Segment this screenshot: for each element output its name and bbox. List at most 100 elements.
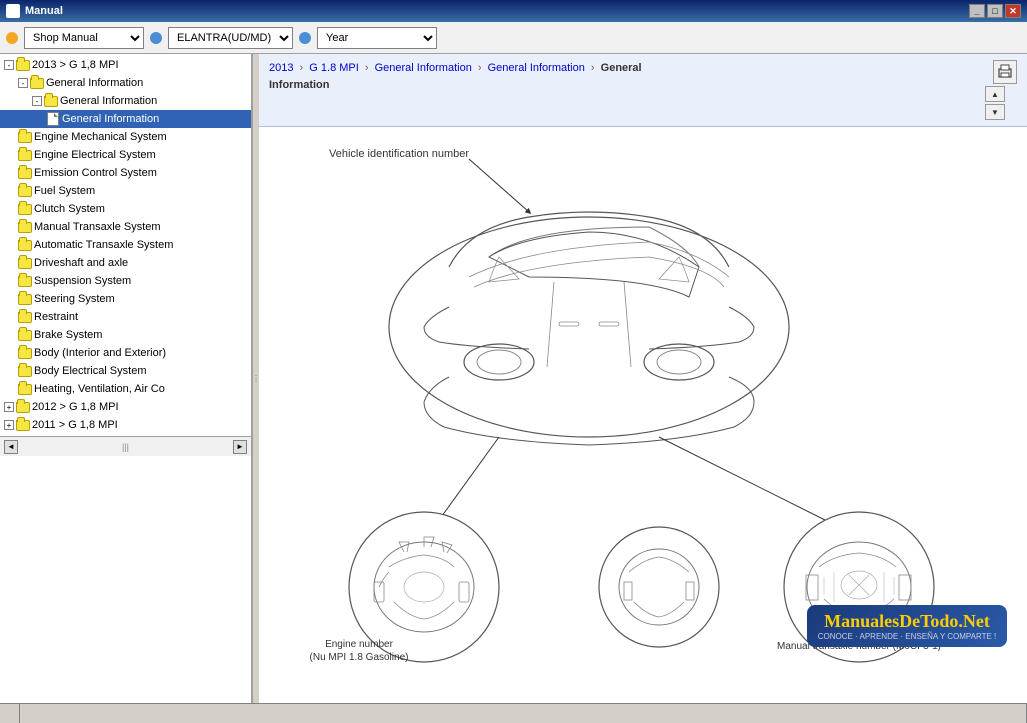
tree-item-2013[interactable]: - 2013 > G 1,8 MPI	[0, 56, 251, 74]
tree-item-gen-info-3[interactable]: General Information	[0, 110, 251, 128]
tree-item-2011[interactable]: + 2011 > G 1,8 MPI	[0, 416, 251, 434]
expand-icon-gen1[interactable]: -	[18, 78, 28, 88]
minimize-button[interactable]: _	[969, 4, 985, 18]
year-dropdown[interactable]: Year 2013 2012 2011	[317, 27, 437, 49]
sidebar-forward-button[interactable]: ►	[233, 440, 247, 454]
tree-item-restraint[interactable]: Restraint	[0, 308, 251, 326]
folder-icon-eng-mech	[18, 130, 32, 144]
watermark-brand: ManualesDeTodo.Net	[817, 611, 997, 632]
content-scroll-up[interactable]: ▲	[985, 86, 1005, 102]
maximize-button[interactable]: □	[987, 4, 1003, 18]
content-controls: ▲ ▼	[985, 60, 1017, 120]
tree-item-2012[interactable]: + 2012 > G 1,8 MPI	[0, 398, 251, 416]
title-bar: Manual _ □ ✕	[0, 0, 1027, 22]
tree-label-brake: Brake System	[34, 329, 102, 341]
sidebar-nav: ◄ ||| ►	[0, 436, 251, 456]
status-left	[0, 704, 20, 723]
breadcrumb: 2013 › G 1.8 MPI › General Information ›…	[269, 60, 985, 93]
tree-label-body: Body (Interior and Exterior)	[34, 347, 166, 359]
folder-icon-steer	[18, 292, 32, 306]
tree-item-auto-trans[interactable]: Automatic Transaxle System	[0, 236, 251, 254]
content-scroll-down[interactable]: ▼	[985, 104, 1005, 120]
toolbar: Shop Manual ELANTRA(UD/MD) Year 2013 201…	[0, 22, 1027, 54]
tree-item-emission[interactable]: Emission Control System	[0, 164, 251, 182]
status-main	[20, 704, 1027, 723]
tree-label-rest: Restraint	[34, 311, 78, 323]
tree-item-driveshaft[interactable]: Driveshaft and axle	[0, 254, 251, 272]
folder-icon-rest	[18, 310, 32, 324]
manual-type-dropdown[interactable]: Shop Manual	[24, 27, 144, 49]
tree-label-emission: Emission Control System	[34, 167, 157, 179]
tree-item-gen-info-1[interactable]: - General Information	[0, 74, 251, 92]
tree-item-fuel[interactable]: Fuel System	[0, 182, 251, 200]
folder-icon-auto-trans	[18, 238, 32, 252]
tree-item-body[interactable]: Body (Interior and Exterior)	[0, 344, 251, 362]
close-button[interactable]: ✕	[1005, 4, 1021, 18]
tree-item-gen-info-2[interactable]: - General Information	[0, 92, 251, 110]
folder-icon-emission	[18, 166, 32, 180]
tree-label-steer: Steering System	[34, 293, 115, 305]
printer-icon	[997, 64, 1013, 80]
tree-item-body-elec[interactable]: Body Electrical System	[0, 362, 251, 380]
tree-label-susp: Suspension System	[34, 275, 131, 287]
tree-item-engine-mech[interactable]: Engine Mechanical System	[0, 128, 251, 146]
window-title: Manual	[25, 5, 63, 17]
expand-icon-gen2[interactable]: -	[32, 96, 42, 106]
folder-icon-susp	[18, 274, 32, 288]
tree-label-eng-elec: Engine Electrical System	[34, 149, 156, 161]
tree-label-eng-mech: Engine Mechanical System	[34, 131, 167, 143]
dot-blue-1	[150, 32, 162, 44]
tree-item-brake[interactable]: Brake System	[0, 326, 251, 344]
dot-orange-1	[6, 32, 18, 44]
watermark: ManualesDeTodo.Net CONOCE · APRENDE · EN…	[807, 605, 1007, 647]
folder-icon-gen2	[44, 94, 58, 108]
tree-label-2012: 2012 > G 1,8 MPI	[32, 401, 119, 413]
expand-icon-2012[interactable]: +	[4, 402, 14, 412]
tree-label-drive: Driveshaft and axle	[34, 257, 128, 269]
tree-item-suspension[interactable]: Suspension System	[0, 272, 251, 290]
folder-icon-hvac	[18, 382, 32, 396]
tree-label-gen3: General Information	[62, 113, 159, 125]
tree-label-gen1: General Information	[46, 77, 143, 89]
tree-item-manual-trans[interactable]: Manual Transaxle System	[0, 218, 251, 236]
breadcrumb-g18mpi[interactable]: G 1.8 MPI	[309, 62, 359, 74]
sidebar: - 2013 > G 1,8 MPI - General Information…	[0, 54, 253, 703]
print-button[interactable]	[993, 60, 1017, 84]
content-scroll[interactable]: Vehicle identification number	[259, 127, 1027, 703]
tree-label-2013: 2013 > G 1,8 MPI	[32, 59, 119, 71]
tree-label-fuel: Fuel System	[34, 185, 95, 197]
sidebar-back-button[interactable]: ◄	[4, 440, 18, 454]
sidebar-scroll-indicator: |||	[22, 442, 229, 452]
tree-label-hvac: Heating, Ventilation, Air Co	[34, 383, 165, 395]
tree-label-clutch: Clutch System	[34, 203, 105, 215]
folder-icon-gen1	[30, 76, 44, 90]
tree-item-clutch[interactable]: Clutch System	[0, 200, 251, 218]
dot-blue-2	[299, 32, 311, 44]
breadcrumb-gen-info-2[interactable]: General Information	[488, 62, 585, 74]
tree-item-steering[interactable]: Steering System	[0, 290, 251, 308]
folder-icon-body-elec	[18, 364, 32, 378]
folder-icon-2011	[16, 418, 30, 432]
svg-text:(Nu MPI 1.8 Gasoline): (Nu MPI 1.8 Gasoline)	[310, 652, 409, 663]
breadcrumb-2013[interactable]: 2013	[269, 62, 293, 74]
folder-icon-eng-elec	[18, 148, 32, 162]
model-dropdown[interactable]: ELANTRA(UD/MD)	[168, 27, 293, 49]
status-bar	[0, 703, 1027, 723]
folder-icon-body	[18, 346, 32, 360]
folder-icon-fuel	[18, 184, 32, 198]
tree-item-engine-elec[interactable]: Engine Electrical System	[0, 146, 251, 164]
vin-label: Vehicle identification number	[329, 148, 469, 160]
tree-label-gen2: General Information	[60, 95, 157, 107]
main-container: - 2013 > G 1,8 MPI - General Information…	[0, 54, 1027, 703]
tree-label-man-trans: Manual Transaxle System	[34, 221, 161, 233]
window-controls: _ □ ✕	[969, 4, 1021, 18]
breadcrumb-gen-info-1[interactable]: General Information	[375, 62, 472, 74]
expand-icon-2013[interactable]: -	[4, 60, 14, 70]
tree-label-body-elec: Body Electrical System	[34, 365, 146, 377]
tree-item-hvac[interactable]: Heating, Ventilation, Air Co	[0, 380, 251, 398]
watermark-slogan: CONOCE · APRENDE · ENSEÑA Y COMPARTE !	[817, 632, 997, 641]
expand-icon-2011[interactable]: +	[4, 420, 14, 430]
folder-icon-clutch	[18, 202, 32, 216]
car-outline	[389, 212, 789, 445]
folder-icon-man-trans	[18, 220, 32, 234]
